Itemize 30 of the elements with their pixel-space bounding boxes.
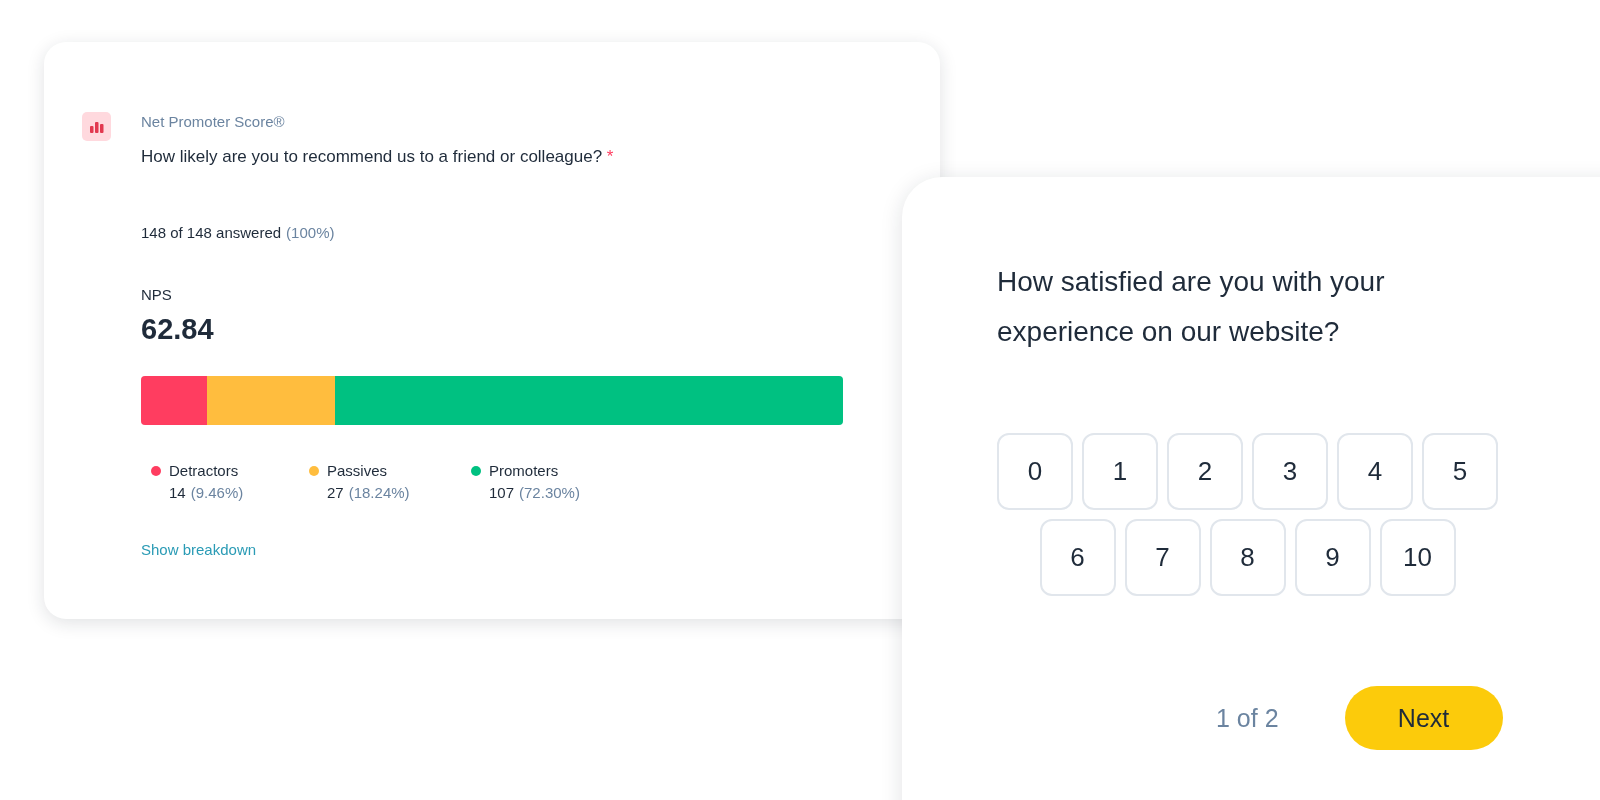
legend-label: Detractors xyxy=(169,462,240,479)
legend-count: 107 xyxy=(489,484,515,501)
rating-button[interactable]: 10 xyxy=(1379,519,1456,596)
rating-button[interactable]: 5 xyxy=(1422,433,1498,510)
answered-percent: (100%) xyxy=(286,224,335,241)
legend-count: 14 xyxy=(169,484,186,501)
next-button[interactable]: Next xyxy=(1344,686,1503,750)
rating-button[interactable]: 0 xyxy=(997,433,1073,510)
score-label: NPS xyxy=(141,286,173,303)
rating-button[interactable]: 6 xyxy=(1039,519,1116,596)
rating-button[interactable]: 3 xyxy=(1252,433,1328,510)
legend-count: 27 xyxy=(327,484,344,501)
legend-percent: (72.30%) xyxy=(519,484,580,501)
question-category: Net Promoter Score® xyxy=(141,112,286,132)
score-value: 62.84 xyxy=(141,313,215,346)
rating-button[interactable]: 4 xyxy=(1337,433,1413,510)
rating-button[interactable]: 9 xyxy=(1294,519,1371,596)
rating-button[interactable]: 8 xyxy=(1209,519,1286,596)
page-counter: 1 of 2 xyxy=(1216,703,1279,733)
question-text: How likely are you to recommend us to a friend or colleague? * xyxy=(141,146,615,168)
answered-count: 148 of 148 answered xyxy=(141,224,282,241)
rating-button[interactable]: 7 xyxy=(1124,519,1201,596)
legend-label: Promoters xyxy=(489,462,560,479)
rating-button[interactable]: 2 xyxy=(1167,433,1243,510)
legend-percent: (18.24%) xyxy=(348,484,410,501)
rating-button[interactable]: 1 xyxy=(1082,433,1158,510)
legend-percent: (9.46%) xyxy=(190,484,244,501)
survey-question: How satisfied are you with your experience on our website? xyxy=(997,265,1386,349)
bar-chart-icon xyxy=(82,112,111,141)
legend-label: Passives xyxy=(327,462,389,479)
